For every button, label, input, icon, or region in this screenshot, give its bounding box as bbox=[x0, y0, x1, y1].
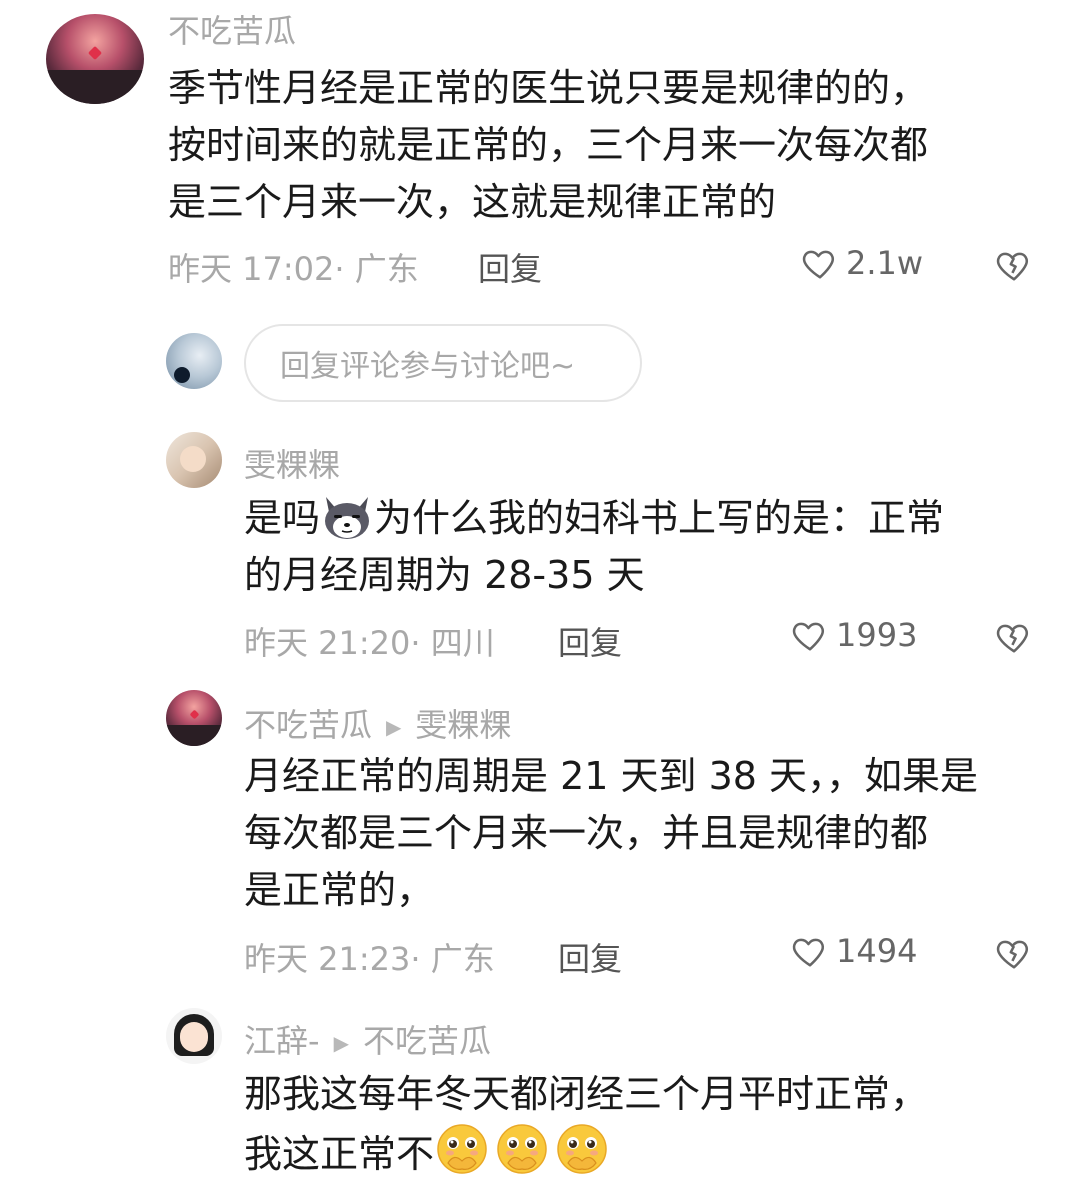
username[interactable]: 不吃苦瓜 bbox=[244, 706, 372, 744]
reply-to-username[interactable]: 不吃苦瓜 bbox=[363, 1022, 491, 1060]
play-arrow-icon: ▶ bbox=[333, 1031, 349, 1055]
reply-text: 那我这每年冬天都闭经三个月平时正常， 我这正常不 bbox=[244, 1072, 929, 1177]
reply-text: 是吗 为什么我的妇科书上写的是：正常 的月经周期为 28-35 天 bbox=[244, 490, 1044, 604]
avatar[interactable] bbox=[166, 1008, 222, 1064]
play-arrow-icon: ▶ bbox=[386, 715, 402, 739]
reply-button[interactable]: 回复 bbox=[558, 618, 622, 664]
comment-meta: 昨天 17:02· 广东 bbox=[168, 250, 419, 288]
like-button[interactable]: 1993 bbox=[790, 616, 917, 654]
reply-to-username[interactable]: 雯粿粿 bbox=[415, 706, 511, 744]
reply-input[interactable]: 回复评论参与讨论吧~ bbox=[244, 324, 642, 402]
username-thread: 江辞- ▶ 不吃苦瓜 bbox=[244, 1016, 491, 1062]
reply-button[interactable]: 回复 bbox=[478, 244, 542, 290]
username[interactable]: 江辞- bbox=[244, 1022, 320, 1060]
current-user-avatar bbox=[166, 333, 222, 389]
husky-emoji bbox=[320, 491, 374, 541]
heart-outline-icon bbox=[802, 250, 835, 279]
reply-button[interactable]: 回复 bbox=[558, 934, 622, 980]
comment-text: 季节性月经是正常的医生说只要是规律的的， 按时间来的就是正常的，三个月来一次每次… bbox=[168, 66, 929, 224]
heart-outline-icon bbox=[792, 938, 825, 967]
like-count: 1494 bbox=[836, 932, 918, 970]
username[interactable]: 雯粿粿 bbox=[244, 440, 340, 486]
username[interactable]: 不吃苦瓜 bbox=[168, 6, 296, 52]
broken-heart-icon[interactable] bbox=[994, 934, 1034, 972]
heart-outline-icon bbox=[792, 622, 825, 651]
reply-text: 月经正常的周期是 21 天到 38 天，，如果是 每次都是三个月来一次，并且是规… bbox=[244, 754, 979, 912]
broken-heart-icon[interactable] bbox=[994, 618, 1034, 656]
pleading-emoji bbox=[554, 1123, 610, 1177]
avatar[interactable] bbox=[166, 690, 222, 746]
reply-meta: 昨天 21:23· 广东 bbox=[244, 940, 495, 978]
pleading-emoji bbox=[494, 1123, 550, 1177]
avatar[interactable] bbox=[46, 14, 144, 104]
like-count: 1993 bbox=[836, 616, 918, 654]
like-button[interactable]: 2.1w bbox=[800, 244, 923, 282]
like-count: 2.1w bbox=[846, 244, 924, 282]
like-button[interactable]: 1494 bbox=[790, 932, 917, 970]
avatar[interactable] bbox=[166, 432, 222, 488]
pleading-emoji bbox=[434, 1123, 490, 1177]
reply-meta: 昨天 21:20· 四川 bbox=[244, 624, 495, 662]
username-thread: 不吃苦瓜 ▶ 雯粿粿 bbox=[244, 700, 511, 746]
broken-heart-icon[interactable] bbox=[994, 246, 1034, 284]
